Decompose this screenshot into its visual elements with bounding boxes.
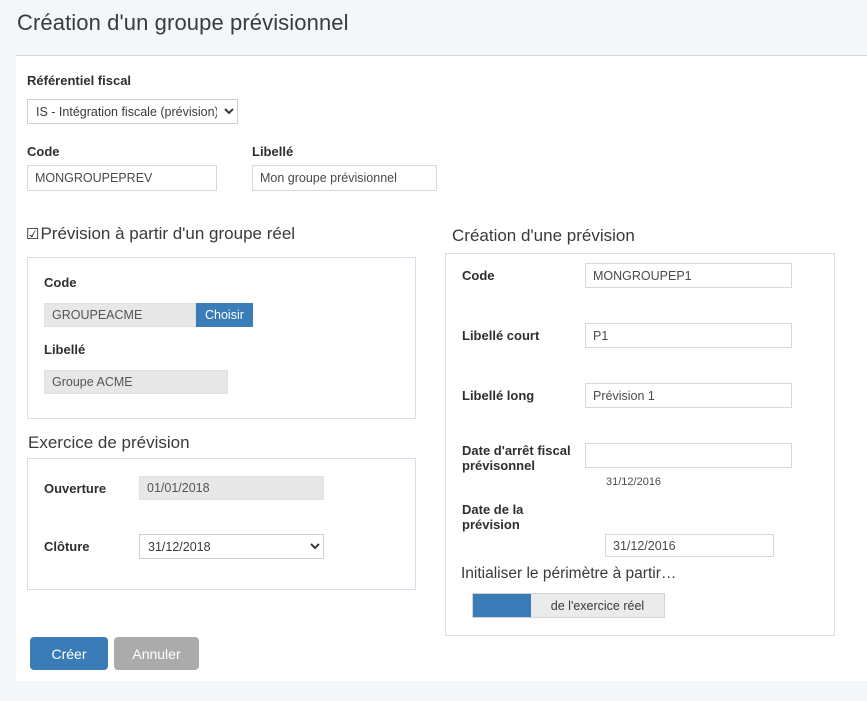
cloture-label: Clôture <box>44 539 90 554</box>
source-group-heading: Prévision à partir d'un groupe réel <box>40 224 296 243</box>
libelle-long-input[interactable] <box>585 383 792 408</box>
libelle-input[interactable] <box>252 165 437 191</box>
libelle-long-label: Libellé long <box>462 388 535 403</box>
source-code-label: Code <box>44 275 77 290</box>
choose-group-button[interactable]: Choisir <box>196 303 253 327</box>
source-code-input[interactable] <box>44 303 196 327</box>
libelle-court-input[interactable] <box>585 323 792 348</box>
date-arret-hint: 31/12/2016 <box>606 476 662 488</box>
prevision-code-label: Code <box>462 268 495 283</box>
date-prevision-label: Date de la prévision <box>462 502 524 532</box>
libelle-court-label: Libellé court <box>462 328 540 343</box>
exercice-panel: Ouverture Clôture 31/12/2018 <box>27 458 416 590</box>
prevision-code-input[interactable] <box>585 263 792 288</box>
source-libelle-label: Libellé <box>44 342 86 357</box>
referentiel-fiscal-select[interactable]: IS - Intégration fiscale (prévision) <box>27 99 238 124</box>
exercice-heading: Exercice de prévision <box>28 433 190 452</box>
perimetre-toggle-label[interactable]: de l'exercice réel <box>531 594 664 617</box>
prevision-panel: Code Libellé court Libellé long Date d'a… <box>445 253 835 636</box>
form-card: Référentiel fiscal IS - Intégration fisc… <box>16 55 867 681</box>
page-root: Création d'un groupe prévisionnel Référe… <box>0 0 867 701</box>
cloture-select[interactable]: 31/12/2018 <box>139 534 324 559</box>
date-arret-label: Date d'arrêt fiscal prévisonnel <box>462 443 571 473</box>
libelle-label: Libellé <box>252 144 294 159</box>
perimetre-toggle-knob[interactable] <box>473 594 531 617</box>
code-input[interactable] <box>27 165 217 191</box>
source-libelle-input[interactable] <box>44 370 228 394</box>
ouverture-input[interactable] <box>139 476 324 500</box>
referentiel-fiscal-label: Référentiel fiscal <box>27 73 132 88</box>
ouverture-label: Ouverture <box>44 481 107 496</box>
date-prevision-input[interactable] <box>605 534 774 557</box>
code-label: Code <box>27 144 60 159</box>
prevision-heading: Création d'une prévision <box>452 226 635 245</box>
source-group-panel: Code Choisir Libellé <box>27 257 416 419</box>
date-arret-input[interactable] <box>585 443 792 468</box>
source-group-checkbox[interactable]: ☑ <box>26 227 39 242</box>
perimetre-toggle[interactable]: de l'exercice réel <box>472 593 665 618</box>
page-title: Création d'un groupe prévisionnel <box>17 10 349 35</box>
cancel-button[interactable]: Annuler <box>114 637 199 670</box>
create-button[interactable]: Créer <box>30 637 108 670</box>
perimetre-label: Initialiser le périmètre à partir… <box>461 565 677 582</box>
source-group-toggle-row[interactable]: ☑ Prévision à partir d'un groupe réel <box>26 224 295 244</box>
